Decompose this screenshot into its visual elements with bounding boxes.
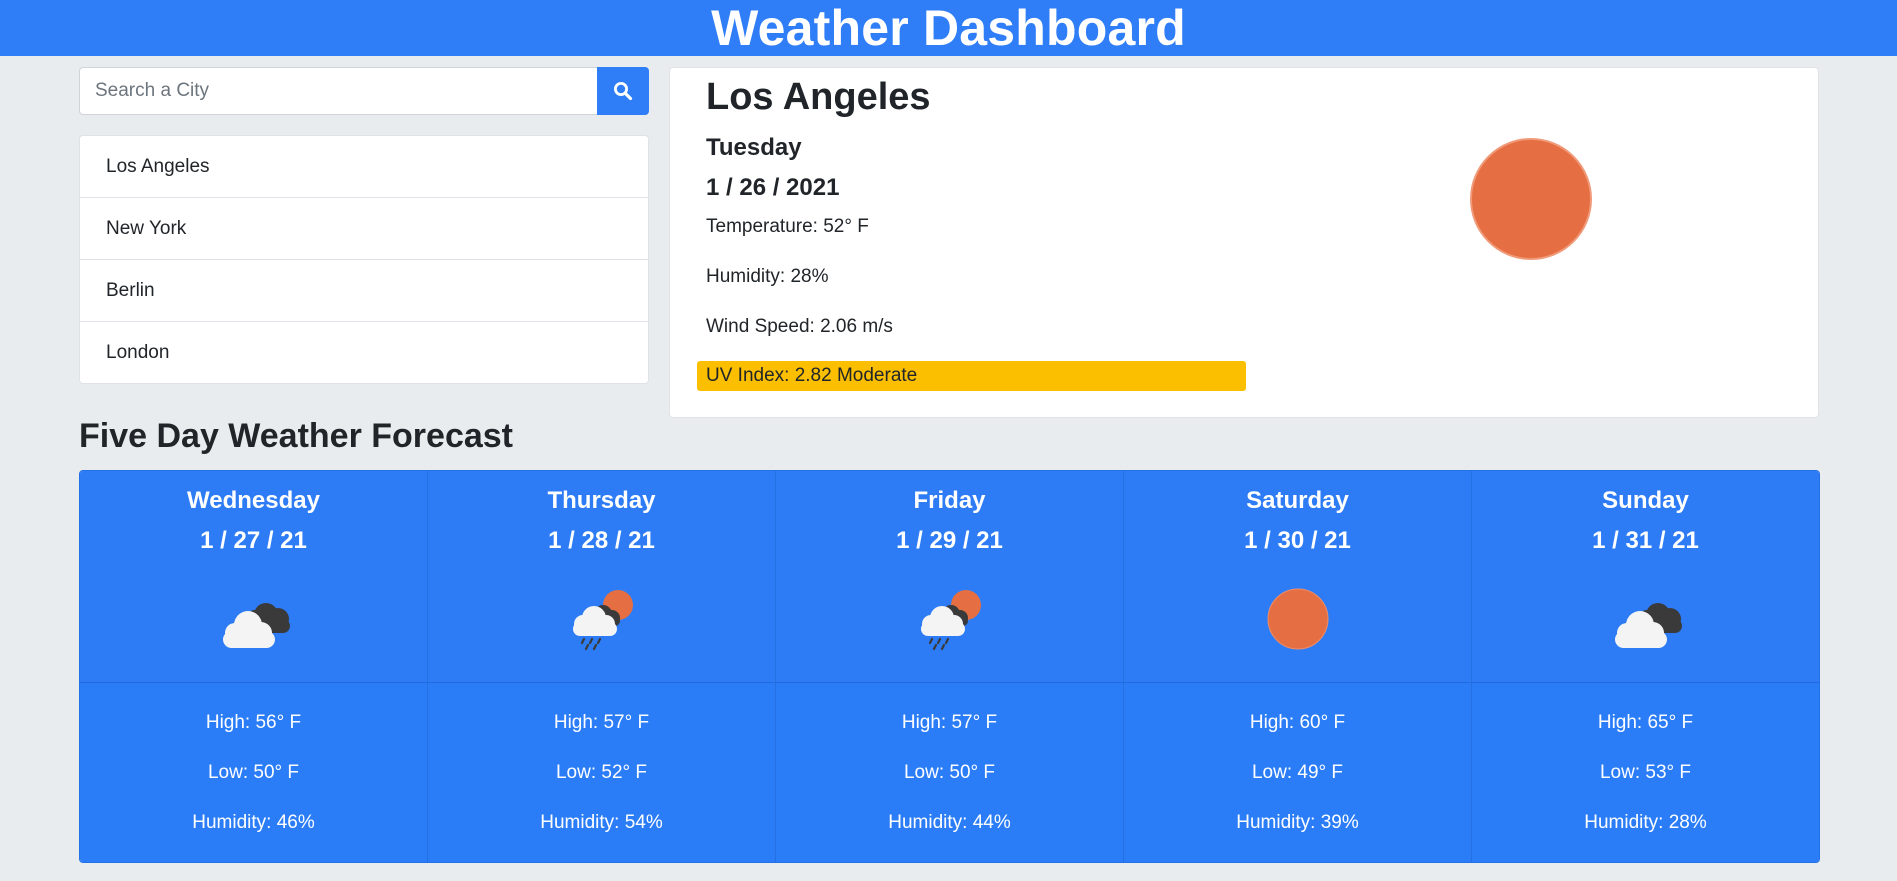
forecast-low: Low: 52° F <box>555 762 648 783</box>
forecast-humidity: Humidity: 46% <box>192 812 315 833</box>
forecast-title: Five Day Weather Forecast <box>79 417 513 455</box>
search-bar <box>79 67 649 115</box>
cloudy-icon <box>222 603 290 648</box>
search-button[interactable] <box>597 67 649 115</box>
forecast-date: 1 / 29 / 21 <box>896 527 1003 554</box>
forecast-day: Saturday <box>1246 487 1349 514</box>
forecast-day: Sunday <box>1602 487 1689 514</box>
sun-icon <box>1470 138 1592 260</box>
forecast-card-body: High: 57° F Low: 52° F Humidity: 54% <box>428 683 775 862</box>
forecast-humidity: Humidity: 44% <box>888 812 1011 833</box>
rain-sun-icon <box>920 590 981 651</box>
sun-icon <box>1267 588 1328 650</box>
forecast-date: 1 / 30 / 21 <box>1244 527 1351 554</box>
forecast-card-header: Sunday 1 / 31 / 21 <box>1472 471 1819 683</box>
forecast-card-header: Saturday 1 / 30 / 21 <box>1124 471 1471 683</box>
forecast-low: Low: 53° F <box>1599 762 1692 783</box>
city-item-new-york[interactable]: New York <box>80 198 648 260</box>
forecast-high: High: 56° F <box>205 712 302 733</box>
forecast-card: Friday 1 / 29 / 21 High: 57° F Low: 50° … <box>776 471 1124 862</box>
current-temperature: Temperature: 52° F <box>706 216 869 237</box>
current-wind-speed: Wind Speed: 2.06 m/s <box>706 316 893 337</box>
forecast-card-header: Wednesday 1 / 27 / 21 <box>80 471 427 683</box>
forecast-humidity: Humidity: 54% <box>540 812 663 833</box>
forecast-day: Thursday <box>547 487 656 514</box>
city-item-los-angeles[interactable]: Los Angeles <box>80 136 648 198</box>
forecast-humidity: Humidity: 28% <box>1584 812 1707 833</box>
city-history-list: Los Angeles New York Berlin London <box>79 135 649 384</box>
forecast-day: Friday <box>913 487 986 514</box>
forecast-card-header: Friday 1 / 29 / 21 <box>776 471 1123 683</box>
forecast-card-body: High: 56° F Low: 50° F Humidity: 46% <box>80 683 427 862</box>
cloudy-icon <box>1614 603 1682 648</box>
current-date: 1 / 26 / 2021 <box>706 174 840 201</box>
city-item-berlin[interactable]: Berlin <box>80 260 648 322</box>
forecast-card: Wednesday 1 / 27 / 21 High: 56° F Low: 5… <box>80 471 428 862</box>
current-city-name: Los Angeles <box>706 76 931 118</box>
search-input[interactable] <box>79 67 597 115</box>
forecast-low: Low: 50° F <box>903 762 996 783</box>
page-title: Weather Dashboard <box>711 0 1186 56</box>
current-weather-card: Los Angeles Tuesday 1 / 26 / 2021 Temper… <box>669 67 1819 418</box>
rain-sun-icon <box>572 590 633 651</box>
forecast-card-body: High: 65° F Low: 53° F Humidity: 28% <box>1472 683 1819 862</box>
forecast-date: 1 / 28 / 21 <box>548 527 655 554</box>
forecast-high: High: 65° F <box>1597 712 1694 733</box>
forecast-card-header: Thursday 1 / 28 / 21 <box>428 471 775 683</box>
forecast-card: Saturday 1 / 30 / 21 High: 60° F Low: 49… <box>1124 471 1472 862</box>
forecast-card-body: High: 60° F Low: 49° F Humidity: 39% <box>1124 683 1471 862</box>
uv-index-badge: UV Index: 2.82 Moderate <box>697 361 1246 391</box>
forecast-date: 1 / 31 / 21 <box>1592 527 1699 554</box>
forecast-card-body: High: 57° F Low: 50° F Humidity: 44% <box>776 683 1123 862</box>
forecast-card: Sunday 1 / 31 / 21 High: 65° F Low: 53° … <box>1472 471 1819 862</box>
forecast-day: Wednesday <box>187 487 320 514</box>
forecast-high: High: 57° F <box>901 712 998 733</box>
forecast-high: High: 57° F <box>553 712 650 733</box>
forecast-humidity: Humidity: 39% <box>1236 812 1359 833</box>
city-item-london[interactable]: London <box>80 322 648 383</box>
forecast-card: Thursday 1 / 28 / 21 High: 57° F Low: 52… <box>428 471 776 862</box>
forecast-date: 1 / 27 / 21 <box>200 527 307 554</box>
forecast-low: Low: 50° F <box>207 762 300 783</box>
forecast-row: Wednesday 1 / 27 / 21 High: 56° F Low: 5… <box>79 470 1820 863</box>
forecast-high: High: 60° F <box>1249 712 1346 733</box>
forecast-low: Low: 49° F <box>1251 762 1344 783</box>
app-header: Weather Dashboard <box>0 0 1897 56</box>
current-humidity: Humidity: 28% <box>706 266 829 287</box>
search-icon <box>614 82 633 101</box>
current-day: Tuesday <box>706 134 802 161</box>
